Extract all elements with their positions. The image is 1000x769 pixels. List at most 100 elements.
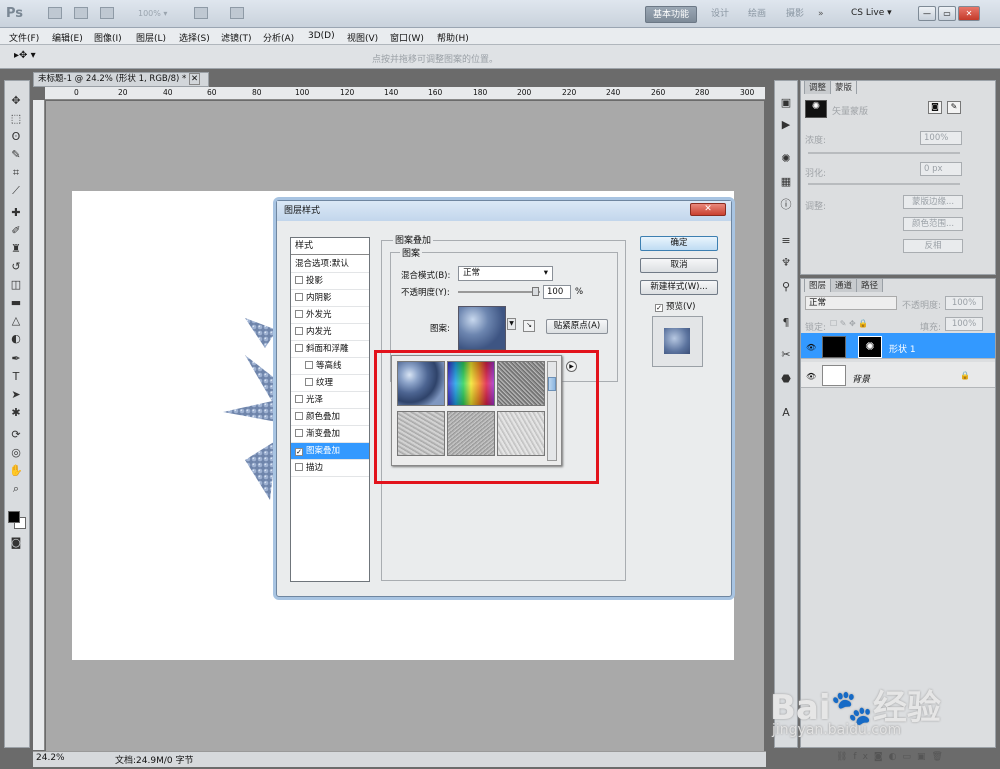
bridge-icon[interactable] <box>48 7 62 19</box>
zoom-select[interactable]: 100% ▾ <box>138 9 167 18</box>
color-range-button[interactable]: 颜色范围... <box>903 217 963 231</box>
tab-paths[interactable]: 路径 <box>856 278 884 292</box>
snap-origin-button[interactable]: 贴紧原点(A) <box>546 319 608 334</box>
workspace-more[interactable]: » <box>812 6 830 23</box>
dialog-close-button[interactable]: ✕ <box>690 203 726 216</box>
close-tab-icon[interactable]: ✕ <box>188 73 201 85</box>
styles-header[interactable]: 样式 <box>291 238 369 255</box>
style-satin[interactable]: 光泽 <box>291 392 369 409</box>
marquee-tool-icon[interactable]: ⬚ <box>8 112 24 126</box>
checkbox[interactable] <box>295 429 303 437</box>
hand-tool-icon[interactable]: ✋ <box>8 464 24 478</box>
checkbox[interactable] <box>295 395 303 403</box>
menu-window[interactable]: 窗口(W) <box>390 31 424 44</box>
style-stroke[interactable]: 描边 <box>291 460 369 477</box>
layers-footer-icons[interactable]: ⛓fx◙◐▭▣🗑 <box>836 752 949 762</box>
opacity-input[interactable]: 100 <box>543 285 571 299</box>
3d-orbit-tool-icon[interactable]: ◎ <box>8 446 24 460</box>
cs-live-menu[interactable]: CS Live ▾ <box>851 8 892 18</box>
pattern-picker-arrow-icon[interactable]: ▼ <box>507 318 516 330</box>
brush-panel-icon[interactable]: ≡ <box>779 234 793 247</box>
cancel-button[interactable]: 取消 <box>640 258 718 273</box>
checkbox[interactable] <box>305 378 313 386</box>
tab-adjustments[interactable]: 调整 <box>804 80 832 94</box>
menu-file[interactable]: 文件(F) <box>9 31 39 44</box>
stamp-tool-icon[interactable]: ♜ <box>8 242 24 256</box>
style-color-overlay[interactable]: 颜色叠加 <box>291 409 369 426</box>
pixel-mask-icon[interactable]: ◙ <box>928 101 942 114</box>
arrange-docs-icon[interactable] <box>194 7 208 19</box>
blend-mode-select[interactable]: 正常 ▾ <box>458 266 553 281</box>
checkbox[interactable] <box>295 293 303 301</box>
gradient-tool-icon[interactable]: ▬ <box>8 296 24 310</box>
swatches-panel-icon[interactable]: ▦ <box>779 175 793 188</box>
blur-tool-icon[interactable]: △ <box>8 314 24 328</box>
menu-select[interactable]: 选择(S) <box>179 31 210 44</box>
zoom-tool-icon[interactable]: ⌕ <box>8 482 24 496</box>
layer-name[interactable]: 背景 <box>852 372 870 385</box>
workspace-photo[interactable]: 摄影 <box>780 6 810 23</box>
density-input[interactable]: 100% <box>920 131 962 145</box>
healing-tool-icon[interactable]: ✚ <box>8 206 24 220</box>
menu-view[interactable]: 视图(V) <box>347 31 378 44</box>
history-panel-icon[interactable]: ▣ <box>779 96 793 109</box>
status-zoom[interactable]: 24.2% <box>36 753 65 763</box>
pattern-swatch[interactable] <box>458 306 506 350</box>
checkbox[interactable] <box>295 412 303 420</box>
history-brush-tool-icon[interactable]: ↺ <box>8 260 24 274</box>
checkbox[interactable] <box>295 327 303 335</box>
style-outer-glow[interactable]: 外发光 <box>291 307 369 324</box>
style-blending-options[interactable]: 混合选项:默认 <box>291 256 369 273</box>
3d-rotate-tool-icon[interactable]: ⟳ <box>8 428 24 442</box>
eyedropper-tool-icon[interactable]: ⟋ <box>8 184 24 198</box>
density-slider[interactable] <box>808 152 960 154</box>
workspace-design[interactable]: 设计 <box>705 6 735 23</box>
new-style-button[interactable]: 新建样式(W)... <box>640 280 718 295</box>
screen-mode-icon[interactable] <box>230 7 244 19</box>
layer-opacity-input[interactable]: 100% <box>945 296 983 310</box>
style-inner-glow[interactable]: 内发光 <box>291 324 369 341</box>
flower-shape[interactable] <box>215 300 285 510</box>
style-pattern-overlay[interactable]: ✓ 图案叠加 <box>291 443 369 460</box>
restore-button[interactable]: ▭ <box>938 6 956 21</box>
opacity-slider-thumb[interactable] <box>532 287 539 296</box>
3d-panel-icon[interactable]: ✂ <box>779 348 793 361</box>
tab-layers[interactable]: 图层 <box>804 278 832 292</box>
style-gradient-overlay[interactable]: 渐变叠加 <box>291 426 369 443</box>
eye-icon[interactable]: 👁 <box>806 372 816 382</box>
lock-icons[interactable]: ☐ ✎ ✥ 🔒 <box>830 319 868 328</box>
actions-panel-icon[interactable]: ▶ <box>779 118 793 131</box>
brush-tool-icon[interactable]: ✐ <box>8 224 24 238</box>
minibridge-icon[interactable] <box>74 7 88 19</box>
pen-tool-icon[interactable]: ✒ <box>8 352 24 366</box>
document-tab[interactable]: 未标题-1 @ 24.2% (形状 1, RGB/8) * ✕ <box>33 72 209 87</box>
style-inner-shadow[interactable]: 内阴影 <box>291 290 369 307</box>
extras-icon[interactable] <box>100 7 114 19</box>
new-preset-icon[interactable]: ↘ <box>523 320 535 332</box>
style-bevel-emboss[interactable]: 斜面和浮雕 <box>291 341 369 358</box>
navigator-panel-icon[interactable]: ⬣ <box>779 372 793 385</box>
menu-analysis[interactable]: 分析(A) <box>263 31 294 44</box>
preview-checkbox[interactable]: ✓ 预览(V) <box>655 300 695 312</box>
feather-input[interactable]: 0 px <box>920 162 962 176</box>
menu-3d[interactable]: 3D(D) <box>308 31 335 41</box>
layer-name[interactable]: 形状 1 <box>889 342 916 355</box>
info-panel-icon[interactable]: ⓘ <box>779 198 793 211</box>
dodge-tool-icon[interactable]: ◐ <box>8 332 24 346</box>
menu-layer[interactable]: 图层(L) <box>136 31 166 44</box>
vector-mask-icon[interactable]: ✎ <box>947 101 961 114</box>
lasso-tool-icon[interactable]: ʘ <box>8 130 24 144</box>
shape-tool-icon[interactable]: ✱ <box>8 406 24 420</box>
tab-channels[interactable]: 通道 <box>830 278 858 292</box>
opacity-slider[interactable] <box>458 291 540 293</box>
checkbox[interactable] <box>295 310 303 318</box>
tool-preset-picker[interactable]: ▸✥ ▾ <box>14 50 36 61</box>
paragraph-panel-icon[interactable]: ¶ <box>779 316 793 329</box>
quick-mask-icon[interactable]: ◙ <box>8 536 24 550</box>
feather-slider[interactable] <box>808 183 960 185</box>
tool-presets-icon[interactable]: ⚲ <box>779 280 793 293</box>
menu-help[interactable]: 帮助(H) <box>437 31 469 44</box>
color-panel-icon[interactable]: ✺ <box>779 152 793 165</box>
checkbox[interactable] <box>295 276 303 284</box>
invert-button[interactable]: 反相 <box>903 239 963 253</box>
